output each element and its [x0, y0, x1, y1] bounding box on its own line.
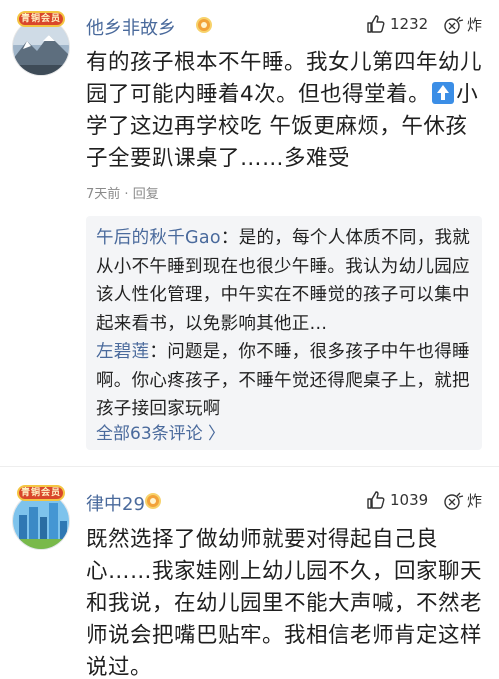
member-badge: 青铜会员: [17, 11, 65, 27]
level-badge-icon: [145, 493, 161, 509]
level-badge-icon: [196, 17, 212, 33]
bomb-button[interactable]: 炸: [443, 14, 482, 35]
reply-username[interactable]: 左碧莲: [96, 342, 149, 362]
reply-text: ：问题是，你不睡，很多孩子中午也得睡啊。你心疼孩子，不睡午觉还得爬桌子上，就把孩…: [96, 342, 470, 419]
reply-button[interactable]: 回复: [133, 187, 159, 202]
reply-username[interactable]: 午后的秋千Gao: [96, 228, 221, 248]
bomb-icon: [444, 492, 464, 510]
meta-separator: ·: [124, 187, 129, 202]
bomb-icon: [444, 16, 464, 34]
divider: [0, 466, 499, 467]
like-button[interactable]: 1039: [366, 490, 428, 510]
member-badge: 青铜会员: [17, 485, 65, 501]
bomb-label: 炸: [467, 492, 483, 510]
comment-text: 有的孩子根本不午睡。我女儿第四年幼儿园了可能内睡着4次。但也得堂着。 小学了这边再…: [86, 50, 483, 171]
reply-section: 午后的秋千Gao：是的，每个人体质不同，我就从小不午睡到现在也很少午睡。我认为幼…: [86, 216, 482, 450]
like-count: 1039: [390, 491, 429, 509]
comment-item: 青铜会员 律中29 1039 炸 既然选择了做幼师就要对得起自己良心……我家娃刚…: [0, 470, 499, 679]
view-all-replies-link[interactable]: 全部63条评论 〉: [96, 419, 225, 444]
comment-text: 既然选择了做幼师就要对得起自己良心……我家娃刚上幼儿园不久，回家聊天和我说，在幼…: [86, 527, 483, 679]
bomb-label: 炸: [467, 16, 483, 34]
avatar[interactable]: 青铜会员: [12, 11, 70, 76]
reply-item[interactable]: 左碧莲：问题是，你不睡，很多孩子中午也得睡啊。你心疼孩子，不睡午觉还得爬桌子上，…: [96, 338, 472, 424]
like-button[interactable]: 1232: [366, 14, 428, 34]
comment-item: 青铜会员 他乡非故乡 1232 炸 有的孩子根本不午睡。我女儿第四年幼儿园了可能…: [0, 0, 499, 470]
comment-meta: 7天前 · 回复: [86, 183, 159, 202]
like-count: 1232: [390, 15, 429, 33]
timestamp: 7天前: [86, 187, 121, 202]
reply-item[interactable]: 午后的秋千Gao：是的，每个人体质不同，我就从小不午睡到现在也很少午睡。我认为幼…: [96, 224, 472, 338]
bomb-button[interactable]: 炸: [443, 490, 482, 511]
avatar[interactable]: 青铜会员: [12, 485, 70, 550]
up-arrow-icon: [432, 82, 455, 104]
thumbs-up-icon: [367, 15, 385, 33]
thumbs-up-icon: [367, 491, 385, 509]
username[interactable]: 他乡非故乡: [86, 14, 176, 40]
username[interactable]: 律中29: [86, 490, 145, 516]
